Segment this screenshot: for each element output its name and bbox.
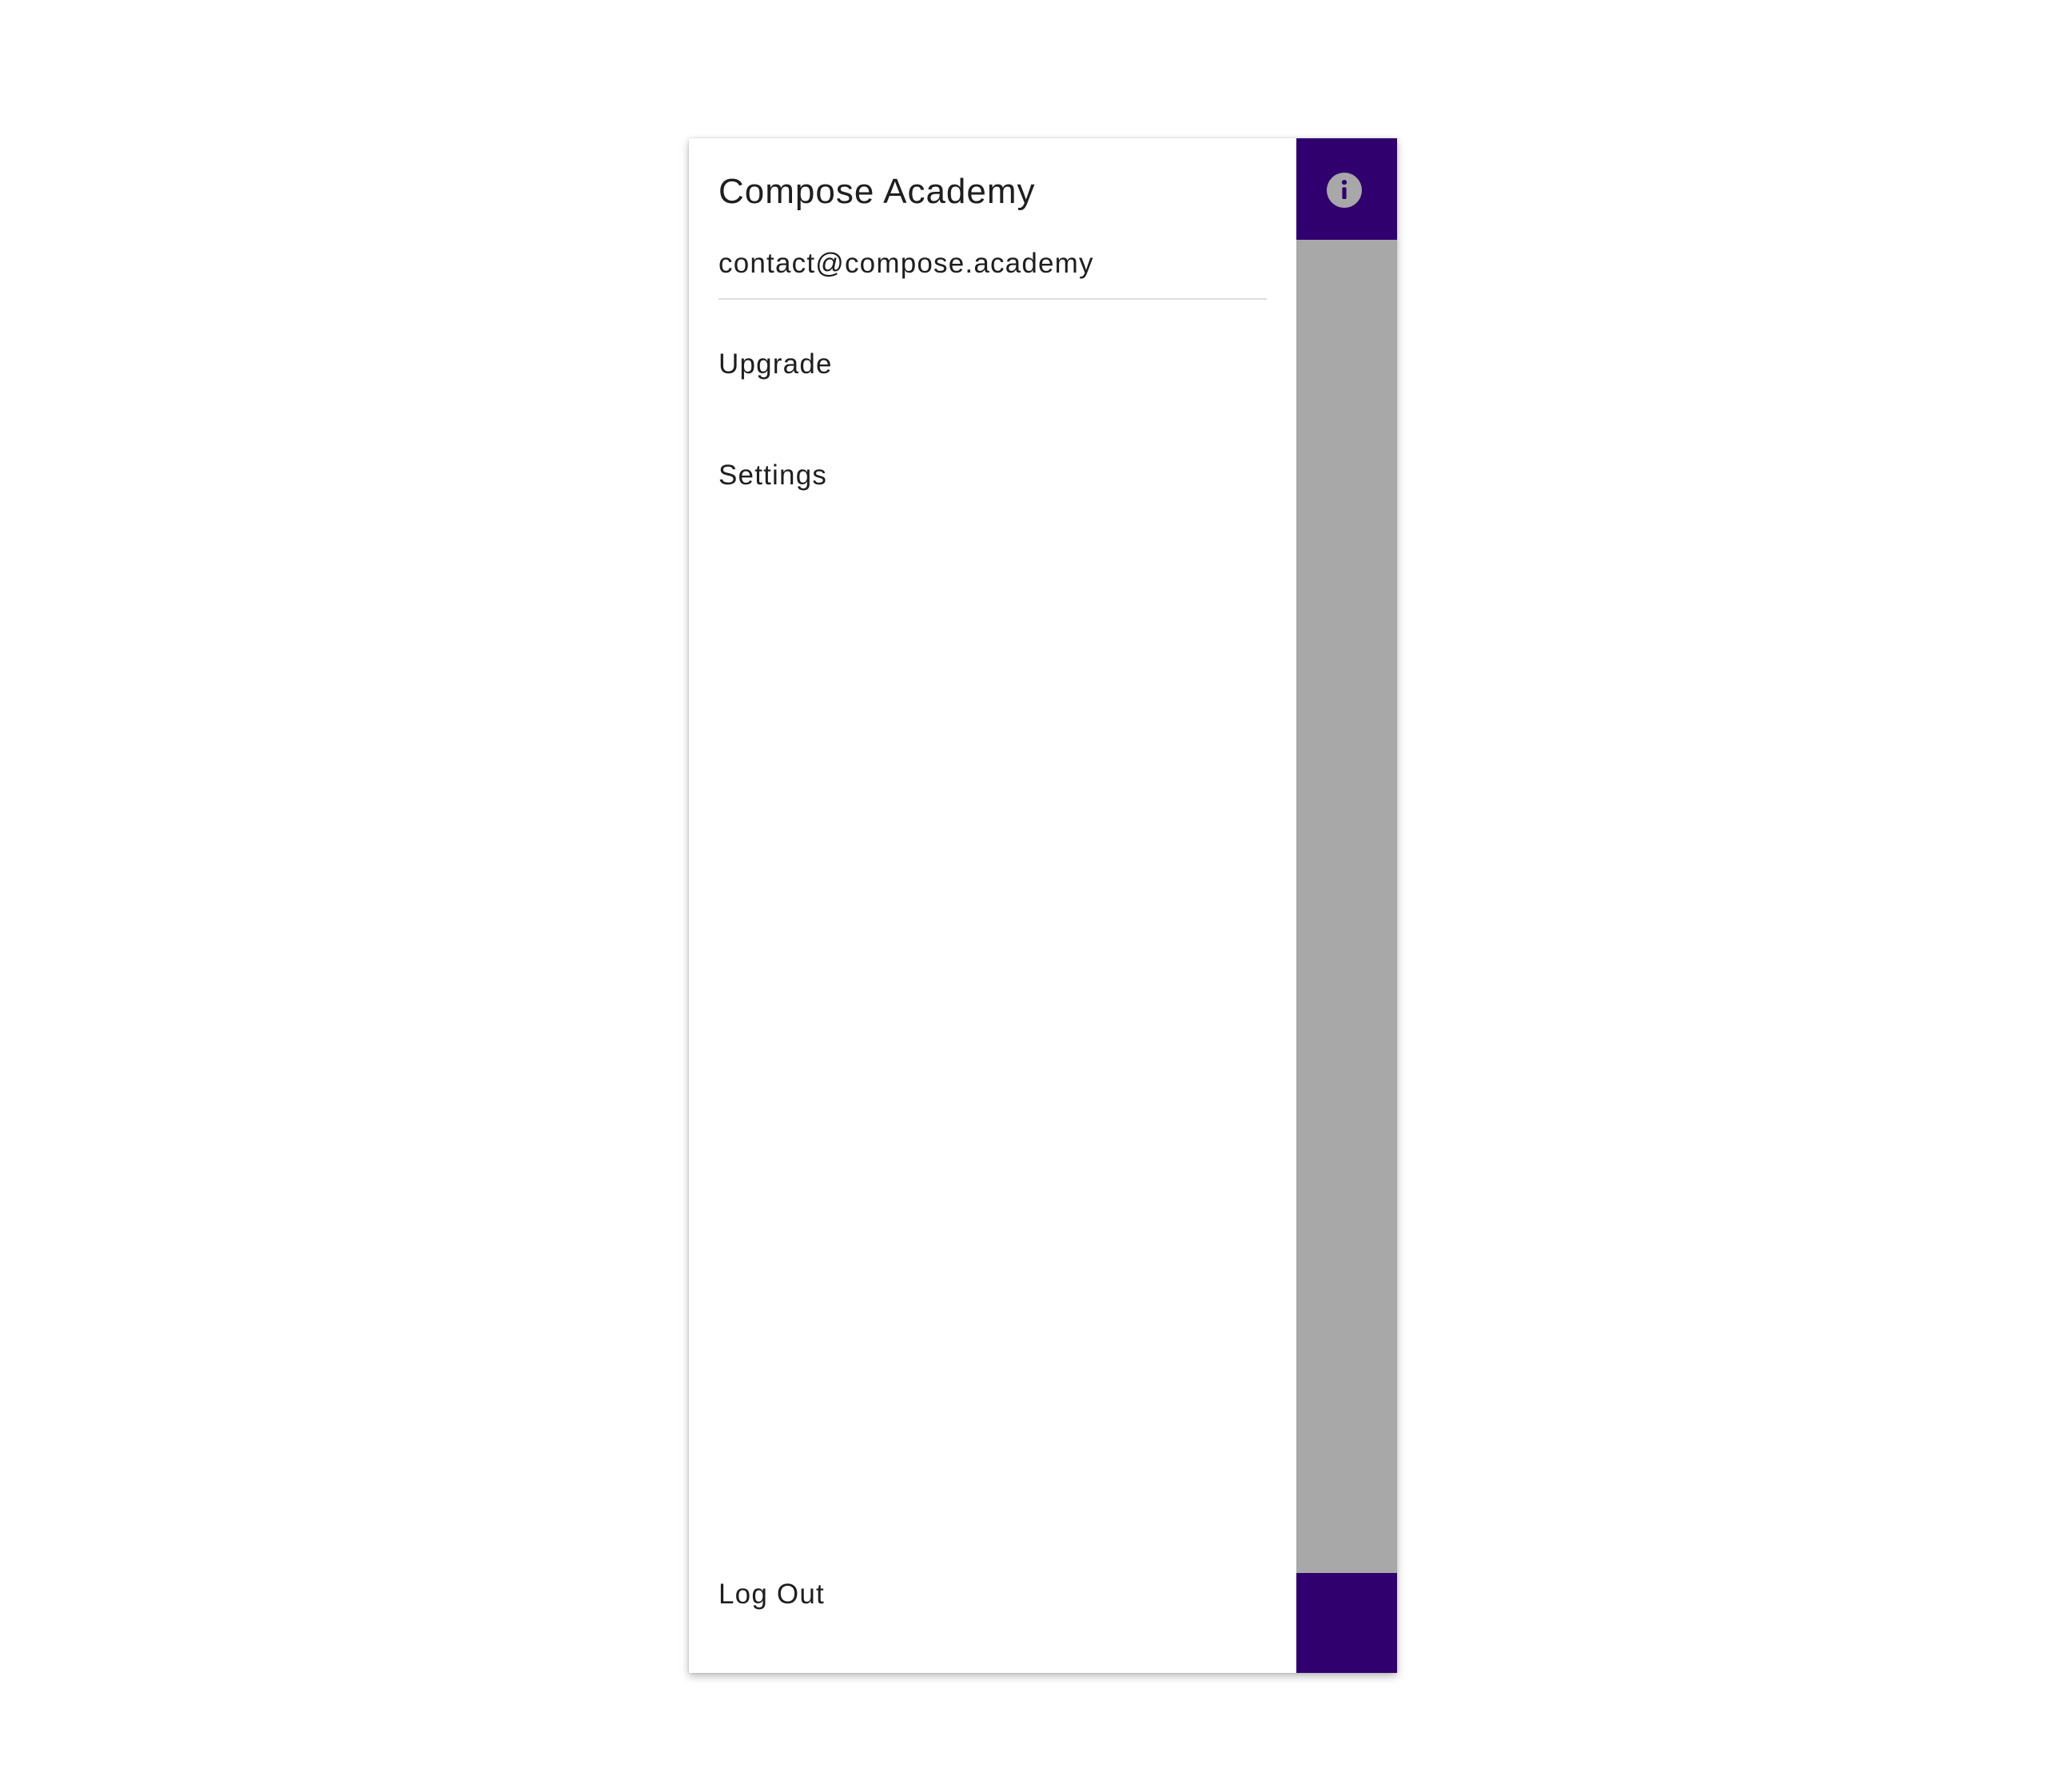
drawer-header-email: contact@compose.academy	[719, 248, 1094, 279]
logout-label: Log Out	[719, 1579, 825, 1610]
drawer-item-label: Settings	[719, 460, 828, 491]
app-screen: dar Compose Academy contact@compose.acad…	[689, 138, 1397, 1673]
drawer-divider	[719, 298, 1267, 300]
drawer-item-upgrade[interactable]: Upgrade	[689, 313, 1296, 416]
drawer-item-settings[interactable]: Settings	[689, 424, 1296, 528]
drawer-item-logout[interactable]: Log Out	[689, 1543, 1296, 1647]
navigation-drawer: Compose Academy contact@compose.academy …	[689, 138, 1296, 1673]
drawer-item-label: Upgrade	[719, 348, 833, 380]
drawer-header-title: Compose Academy	[719, 172, 1036, 211]
